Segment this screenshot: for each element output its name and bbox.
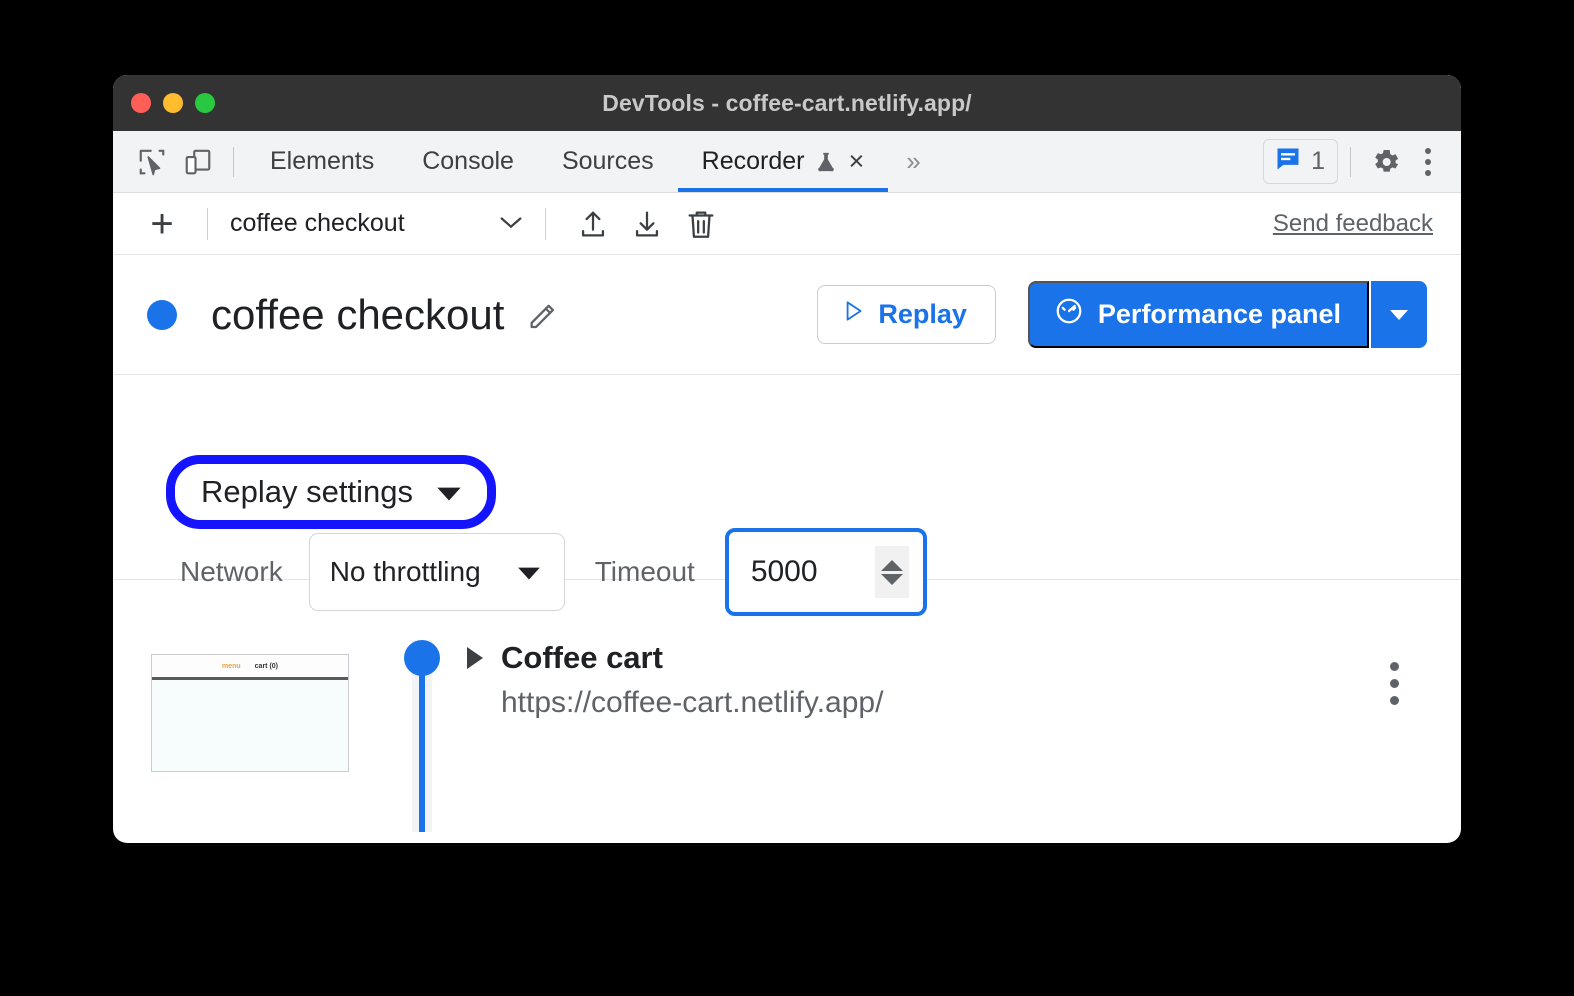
devtools-tabbar: Elements Console Sources Recorder × » 1 — [113, 131, 1461, 193]
stepper-down-icon[interactable] — [880, 573, 903, 585]
import-recording-button[interactable] — [620, 201, 674, 247]
device-toolbar-icon[interactable] — [175, 139, 221, 185]
close-tab-icon[interactable]: × — [849, 148, 865, 175]
caret-right-icon[interactable] — [467, 647, 483, 669]
tabbar-divider — [233, 146, 234, 177]
replay-button[interactable]: Replay — [817, 285, 996, 344]
add-recording-button[interactable]: + — [139, 201, 185, 247]
recording-status-dot — [147, 299, 177, 330]
step-screenshot-thumbnail: menu cart (0) — [151, 654, 349, 772]
window-titlebar: DevTools - coffee-cart.netlify.app/ — [113, 75, 1461, 131]
toolbar-divider — [207, 207, 208, 240]
delete-recording-button[interactable] — [674, 201, 728, 247]
issues-message-icon — [1274, 145, 1302, 178]
panel-tabs: Elements Console Sources Recorder × » — [246, 131, 939, 192]
minimize-window-button[interactable] — [163, 93, 183, 113]
chevron-down-icon — [497, 209, 525, 238]
chevron-down-icon — [1390, 310, 1408, 320]
tab-label: Console — [422, 147, 514, 175]
thumbnail-page-header: menu cart (0) — [152, 655, 348, 680]
flask-icon — [815, 149, 837, 175]
tab-console[interactable]: Console — [398, 131, 538, 192]
replay-settings-label: Replay settings — [201, 474, 413, 509]
replay-label: Replay — [878, 299, 967, 329]
tab-label: Sources — [561, 147, 654, 175]
replay-settings-button[interactable]: Replay settings — [175, 464, 487, 520]
replay-settings-controls: Network No throttling Timeout 5000 — [180, 528, 927, 616]
export-recording-button[interactable] — [566, 201, 620, 247]
step-url: https://coffee-cart.netlify.app/ — [501, 686, 884, 719]
network-throttling-select[interactable]: No throttling — [308, 533, 565, 611]
window-title: DevTools - coffee-cart.netlify.app/ — [602, 89, 972, 116]
step-title: Coffee cart — [501, 640, 663, 675]
pencil-icon[interactable] — [526, 298, 560, 332]
annotation-highlight-ring: Replay settings — [166, 455, 496, 529]
recorder-toolbar: + coffee checkout Send feedback — [113, 193, 1461, 255]
recording-title: coffee checkout — [211, 290, 505, 338]
tab-label: Recorder — [701, 147, 805, 175]
recording-header: coffee checkout Replay Performance panel — [113, 255, 1461, 375]
tab-elements[interactable]: Elements — [246, 131, 398, 192]
performance-panel-dropdown-button[interactable] — [1369, 281, 1427, 348]
step-menu-icon[interactable] — [1390, 662, 1399, 705]
screenshot-root: DevTools - coffee-cart.netlify.app/ Elem… — [0, 0, 1574, 996]
network-value: No throttling — [329, 556, 481, 587]
performance-panel-label: Performance panel — [1097, 299, 1341, 329]
performance-gauge-icon — [1054, 296, 1084, 333]
timeline-line — [419, 666, 425, 832]
toolbar-divider-2 — [544, 207, 546, 240]
kebab-menu-icon[interactable] — [1409, 147, 1447, 176]
window-controls[interactable] — [131, 93, 215, 113]
replay-settings-annotation: Replay settings — [166, 455, 496, 529]
inspect-cursor-icon[interactable] — [129, 139, 175, 185]
caret-down-icon — [516, 556, 542, 588]
tabbar-actions-divider — [1350, 146, 1351, 177]
tabbar-actions: 1 — [1263, 131, 1447, 192]
thumbnail-menu-label: menu — [221, 662, 241, 670]
timeout-input[interactable]: 5000 — [724, 528, 927, 616]
close-window-button[interactable] — [131, 93, 151, 113]
step-row[interactable]: menu cart (0) Coffee cart https://coffee… — [113, 640, 1461, 832]
stepper-up-icon[interactable] — [880, 559, 903, 571]
performance-panel-button[interactable]: Performance panel — [1027, 281, 1369, 348]
step-title-row[interactable]: Coffee cart — [467, 640, 883, 676]
tab-label: Elements — [270, 147, 375, 175]
plus-icon: + — [150, 201, 174, 246]
tab-sources[interactable]: Sources — [538, 131, 678, 192]
thumbnail-cart-label: cart (0) — [254, 662, 278, 670]
issues-button[interactable]: 1 — [1263, 139, 1338, 184]
tab-recorder[interactable]: Recorder × — [677, 131, 889, 192]
gear-icon[interactable] — [1363, 139, 1409, 185]
performance-panel-button-group: Performance panel — [1027, 281, 1427, 348]
play-triangle-icon — [840, 298, 866, 331]
more-tabs-icon[interactable]: » — [888, 146, 938, 177]
timeout-value: 5000 — [750, 555, 818, 588]
issues-count: 1 — [1311, 147, 1325, 175]
timeout-label: Timeout — [594, 556, 695, 587]
timeline-step-dot — [404, 640, 440, 676]
recording-name: coffee checkout — [230, 209, 405, 237]
send-feedback-link[interactable]: Send feedback — [1273, 210, 1433, 238]
step-content: Coffee cart https://coffee-cart.netlify.… — [467, 640, 883, 720]
network-label: Network — [180, 556, 283, 587]
maximize-window-button[interactable] — [195, 93, 215, 113]
timeout-stepper[interactable] — [874, 546, 909, 598]
step-timeline — [404, 640, 440, 832]
recording-actions: Replay Performance panel — [817, 281, 1427, 348]
recording-selector[interactable]: coffee checkout — [230, 209, 525, 238]
caret-down-icon — [435, 474, 463, 510]
